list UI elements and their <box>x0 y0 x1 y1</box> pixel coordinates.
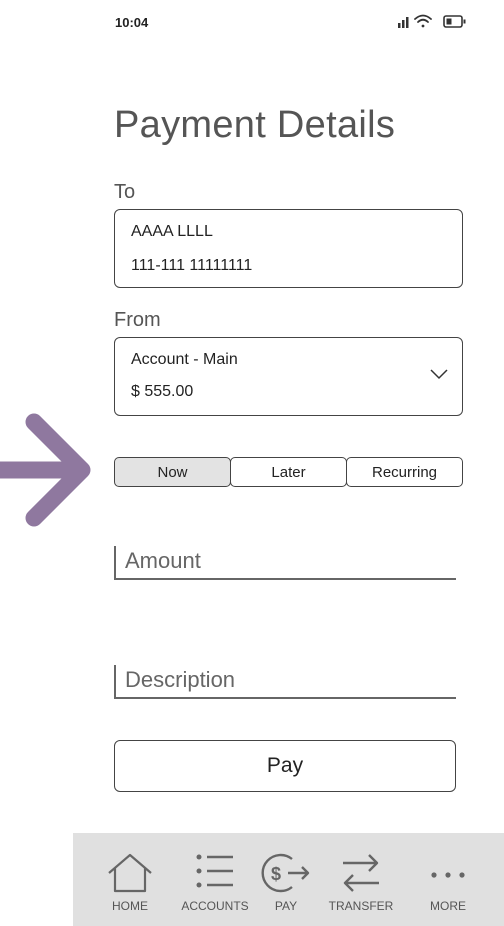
nav-item-accounts[interactable]: ACCOUNTS <box>181 833 249 926</box>
from-account-balance: $ 555.00 <box>131 383 194 400</box>
nav-label-pay: PAY <box>274 899 298 913</box>
nav-label-home: HOME <box>112 899 148 913</box>
nav-label-more: MORE <box>430 899 466 913</box>
description-caret <box>114 665 116 699</box>
transfer-icon <box>343 854 379 892</box>
nav-label-accounts: ACCOUNTS <box>181 899 249 913</box>
nav-item-pay[interactable]: $ PAY <box>256 833 316 926</box>
recipient-field[interactable]: AAAA LLLL 111-111 11111111 <box>114 209 463 288</box>
recipient-account-number: 111-111 11111111 <box>131 257 253 274</box>
battery-icon <box>443 15 466 28</box>
nav-item-home[interactable]: HOME <box>100 833 160 926</box>
amount-placeholder: Amount <box>125 548 201 573</box>
svg-text:$: $ <box>271 864 281 884</box>
list-icon <box>196 854 233 888</box>
pay-icon: $ <box>261 853 310 893</box>
nav-label-transfer: TRANSFER <box>328 899 394 913</box>
from-label: From <box>114 309 161 331</box>
description-underline <box>114 697 456 699</box>
to-label: To <box>114 181 136 203</box>
page-title: Payment Details <box>114 104 396 146</box>
more-icon <box>431 872 465 878</box>
chevron-down-icon <box>430 369 448 380</box>
status-icons <box>398 14 466 28</box>
timing-option-now[interactable]: Now <box>114 457 231 487</box>
amount-input[interactable]: Amount <box>114 540 456 582</box>
wifi-icon <box>414 14 432 28</box>
amount-underline <box>114 578 456 580</box>
pay-button[interactable]: Pay <box>114 740 456 792</box>
signal-icon <box>398 17 409 28</box>
description-placeholder: Description <box>125 667 236 692</box>
nav-item-transfer[interactable]: TRANSFER <box>328 833 394 926</box>
bottom-nav: HOME ACCOUNTS $ PAY TRANSFER MORE <box>73 833 504 926</box>
status-time: 10:04 <box>115 15 149 30</box>
nav-item-more[interactable]: MORE <box>418 833 478 926</box>
description-input[interactable]: Description <box>114 659 456 701</box>
from-account-select[interactable]: Account - Main $ 555.00 <box>114 337 463 416</box>
home-icon <box>108 853 152 893</box>
timing-option-recurring[interactable]: Recurring <box>346 457 463 487</box>
highlight-arrow-icon <box>0 413 91 527</box>
timing-option-later[interactable]: Later <box>230 457 347 487</box>
recipient-name: AAAA LLLL <box>131 223 213 240</box>
from-account-name: Account - Main <box>131 351 238 368</box>
amount-caret <box>114 546 116 580</box>
